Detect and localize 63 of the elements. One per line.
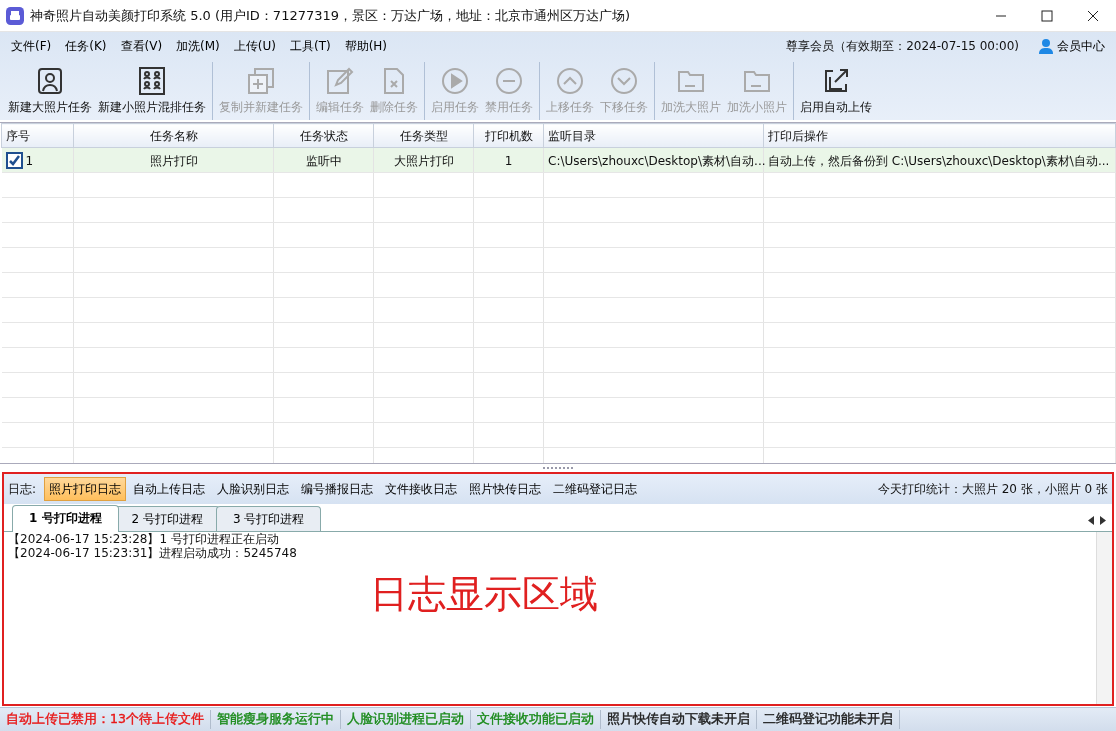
column-header: 任务名称 xyxy=(73,123,274,148)
toolbar-button[interactable]: 新建大照片任务 xyxy=(5,62,95,120)
user-icon xyxy=(1038,38,1054,54)
log-tab[interactable]: 人脸识别日志 xyxy=(212,477,295,501)
column-header: 任务状态 xyxy=(273,123,374,148)
tab-scroll-right-icon[interactable] xyxy=(1100,516,1106,525)
window-title: 神奇照片自动美颜打印系统 5.0 (用户ID：71277319，景区：万达广场，地址：北京市通州区万达广场) xyxy=(30,6,632,25)
tab-scroll-left-icon[interactable] xyxy=(1088,516,1094,525)
menu-item[interactable]: 帮助(H) xyxy=(337,35,395,57)
menu-item[interactable]: 查看(V) xyxy=(113,35,170,57)
log-tab[interactable]: 二维码登记日志 xyxy=(548,477,643,501)
minus-circle-icon xyxy=(494,66,524,96)
log-tab[interactable]: 文件接收日志 xyxy=(380,477,463,501)
log-tab[interactable]: 照片快传日志 xyxy=(464,477,547,501)
menu-item[interactable]: 工具(T) xyxy=(282,35,338,57)
membership-status: 尊享会员（有效期至：2024-07-15 00:00) xyxy=(786,38,1019,55)
print-stats: 今天打印统计：大照片 20 张，小照片 0 张 xyxy=(877,481,1108,498)
menu-item[interactable]: 任务(K) xyxy=(58,35,114,57)
maximize-icon[interactable] xyxy=(1039,7,1055,24)
process-tab[interactable]: 3 号打印进程 xyxy=(216,506,322,531)
status-item: 二维码登记功能未开启 xyxy=(756,710,900,729)
menu-item[interactable]: 上传(U) xyxy=(226,35,283,57)
status-item: 人脸识别进程已启动 xyxy=(340,710,471,729)
member-center-link[interactable]: 会员中心 xyxy=(1031,35,1112,57)
log-tab[interactable]: 照片打印日志 xyxy=(44,477,127,501)
play-icon xyxy=(440,66,470,96)
log-label: 日志: xyxy=(8,481,37,498)
table-cell: 大照片打印 xyxy=(393,153,454,168)
table-cell: C:\Users\zhouxc\Desktop\素材\自动... xyxy=(548,153,766,168)
column-header: 任务类型 xyxy=(373,123,474,148)
column-header: 打印机数 xyxy=(473,123,544,148)
copy-plus-icon xyxy=(246,66,276,96)
table-cell: 监听中 xyxy=(305,153,342,168)
column-header: 序号 xyxy=(1,123,74,148)
menu-item[interactable]: 加洗(M) xyxy=(169,35,227,57)
table-cell: 自动上传，然后备份到 C:\Users\zhouxc\Desktop\素材\自动... xyxy=(768,153,1110,168)
column-header: 监听目录 xyxy=(543,123,764,148)
status-item: 自动上传已禁用：13个待上传文件 xyxy=(0,710,211,729)
up-circle-icon xyxy=(555,66,585,96)
down-circle-icon xyxy=(609,66,639,96)
toolbar-button[interactable]: 新建小照片混排任务 xyxy=(95,62,209,120)
overlay-caption: 日志显示区域 xyxy=(370,572,598,617)
scrollbar[interactable] xyxy=(1096,532,1112,704)
person-frame-icon xyxy=(35,66,65,96)
table-cell: 照片打印 xyxy=(149,153,198,168)
table-cell: 1 xyxy=(25,153,34,168)
menu-item[interactable]: 文件(F) xyxy=(4,35,59,57)
log-line: 【2024-06-17 15:23:31】进程启动成功：5245748 xyxy=(8,546,298,560)
splitter-grip-icon[interactable] xyxy=(543,466,573,470)
process-tab[interactable]: 1 号打印进程 xyxy=(12,505,119,532)
toolbar-button[interactable]: 启用自动上传 xyxy=(797,62,875,120)
status-item: 文件接收功能已启动 xyxy=(470,710,601,729)
log-line: 【2024-06-17 15:23:28】1 号打印进程正在启动 xyxy=(8,532,280,546)
table-cell: 1 xyxy=(504,153,513,168)
log-tab[interactable]: 自动上传日志 xyxy=(128,477,211,501)
log-tab[interactable]: 编号播报日志 xyxy=(296,477,379,501)
column-header: 打印后操作 xyxy=(763,123,1116,148)
edit-icon xyxy=(325,66,355,96)
app-logo-icon xyxy=(6,6,24,25)
status-item: 智能瘦身服务运行中 xyxy=(210,710,341,729)
status-item: 照片快传自动下载未开启 xyxy=(600,710,757,729)
people-grid-icon xyxy=(137,66,167,96)
checkbox[interactable] xyxy=(5,151,23,169)
